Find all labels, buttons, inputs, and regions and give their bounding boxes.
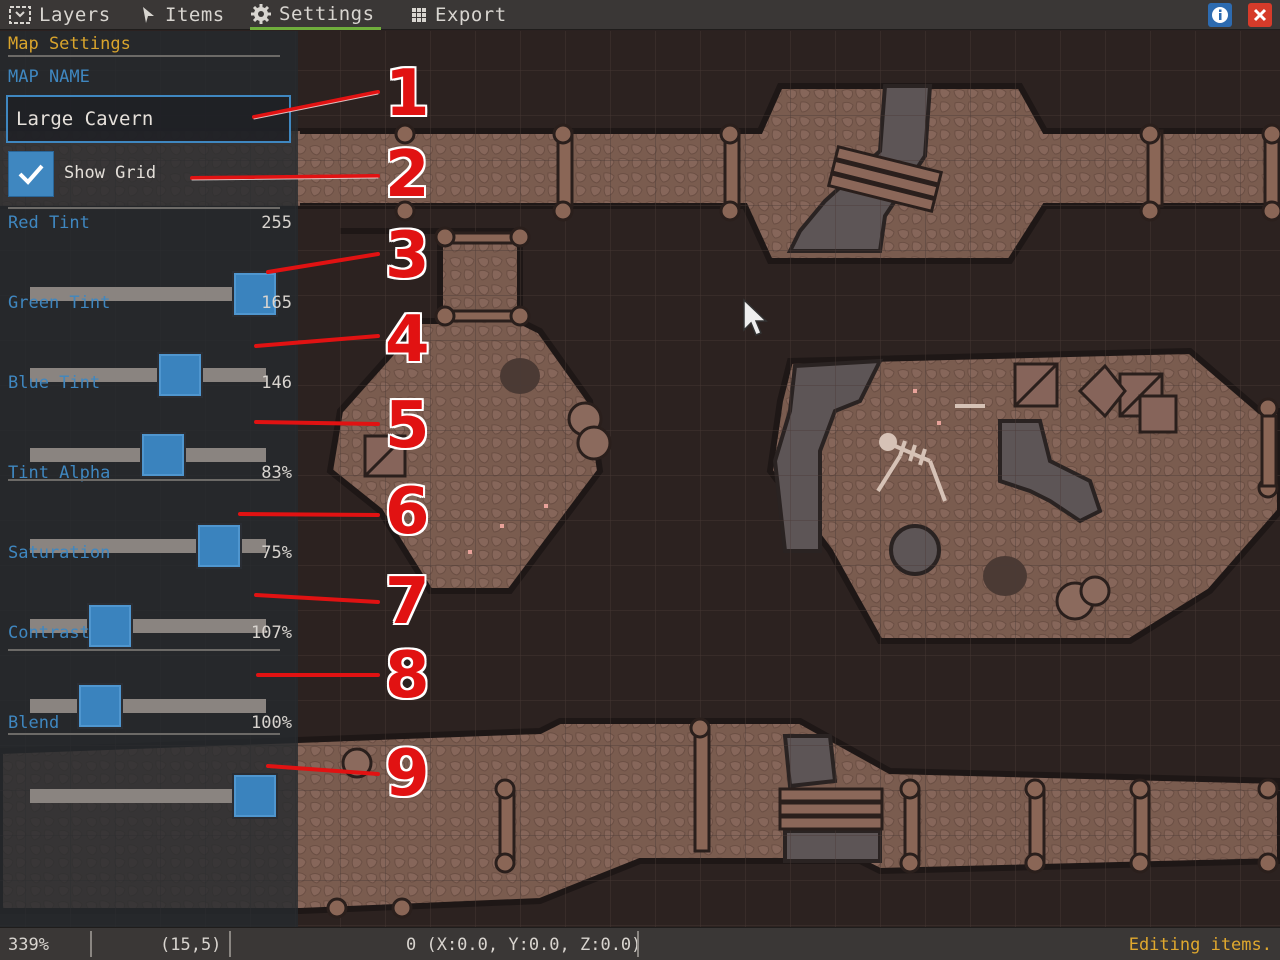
menu-bar: Layers Items Settings Export <box>0 0 1280 30</box>
cursor-position: 0 (X:0.0, Y:0.0, Z:0.0) <box>406 934 642 955</box>
map-name-label: MAP NAME <box>8 67 90 87</box>
tab-label: Layers <box>39 4 111 26</box>
cell-coordinates: (15,5) <box>160 934 222 955</box>
slider-track[interactable] <box>30 699 266 713</box>
slider-thumb[interactable] <box>76 683 123 729</box>
gear-icon <box>251 3 271 24</box>
show-grid-checkbox[interactable] <box>8 151 54 197</box>
slider-value: 100% <box>251 713 292 733</box>
divider <box>8 649 280 651</box>
info-icon <box>1212 7 1228 23</box>
checkmark-icon <box>18 164 44 185</box>
tab-settings[interactable]: Settings <box>250 0 381 30</box>
slider-thumb[interactable] <box>87 603 134 649</box>
slider-value: 146 <box>261 373 292 393</box>
map-name-input[interactable] <box>6 95 291 143</box>
slider-label: Contrast <box>8 623 90 643</box>
callout-2: 2 <box>385 138 430 212</box>
slider-label: Red Tint <box>8 213 90 233</box>
pointer-icon <box>143 7 154 23</box>
callout-5: 5 <box>385 389 430 463</box>
mouse-cursor-icon <box>743 298 768 336</box>
tab-label: Items <box>165 4 225 26</box>
divider <box>8 207 280 209</box>
tab-export[interactable]: Export <box>410 0 507 30</box>
status-separator <box>90 931 92 957</box>
tab-label: Settings <box>279 2 375 25</box>
status-message: Editing items. <box>1128 934 1272 955</box>
slider-label: Saturation <box>8 543 111 563</box>
close-button[interactable] <box>1248 3 1272 27</box>
slider-label: Blue Tint <box>8 373 101 393</box>
callout-3: 3 <box>385 219 430 293</box>
callout-6: 6 <box>385 475 430 549</box>
divider <box>8 55 280 57</box>
layers-icon <box>9 6 31 24</box>
slider-value: 75% <box>261 543 292 563</box>
slider-value: 107% <box>251 623 292 643</box>
info-button[interactable] <box>1208 3 1232 27</box>
zoom-level: 339% <box>8 934 49 955</box>
tab-layers[interactable]: Layers <box>8 0 111 30</box>
status-separator <box>229 931 231 957</box>
tab-items[interactable]: Items <box>140 0 225 30</box>
status-bar: 339% (15,5) 0 (X:0.0, Y:0.0, Z:0.0) Edit… <box>0 927 1280 960</box>
callout-8: 8 <box>385 639 430 713</box>
settings-panel: Map Settings MAP NAME Show Grid Red Tint… <box>0 31 298 927</box>
slider-value: 165 <box>261 293 292 313</box>
status-separator <box>637 931 639 957</box>
slider-label: Green Tint <box>8 293 111 313</box>
slider-track[interactable] <box>30 789 266 803</box>
close-icon <box>1253 8 1267 22</box>
callout-4: 4 <box>385 303 430 377</box>
slider-thumb[interactable] <box>232 773 278 819</box>
callout-9: 9 <box>385 737 430 811</box>
callout-1: 1 <box>385 57 430 131</box>
slider-label: Blend <box>8 713 60 733</box>
tab-label: Export <box>435 4 507 26</box>
callout-7: 7 <box>385 565 430 639</box>
slider-value: 255 <box>261 213 292 233</box>
section-title: Map Settings <box>8 34 131 54</box>
show-grid-label: Show Grid <box>64 163 157 183</box>
divider <box>8 479 280 481</box>
divider <box>8 733 280 735</box>
grid-icon <box>412 8 426 22</box>
